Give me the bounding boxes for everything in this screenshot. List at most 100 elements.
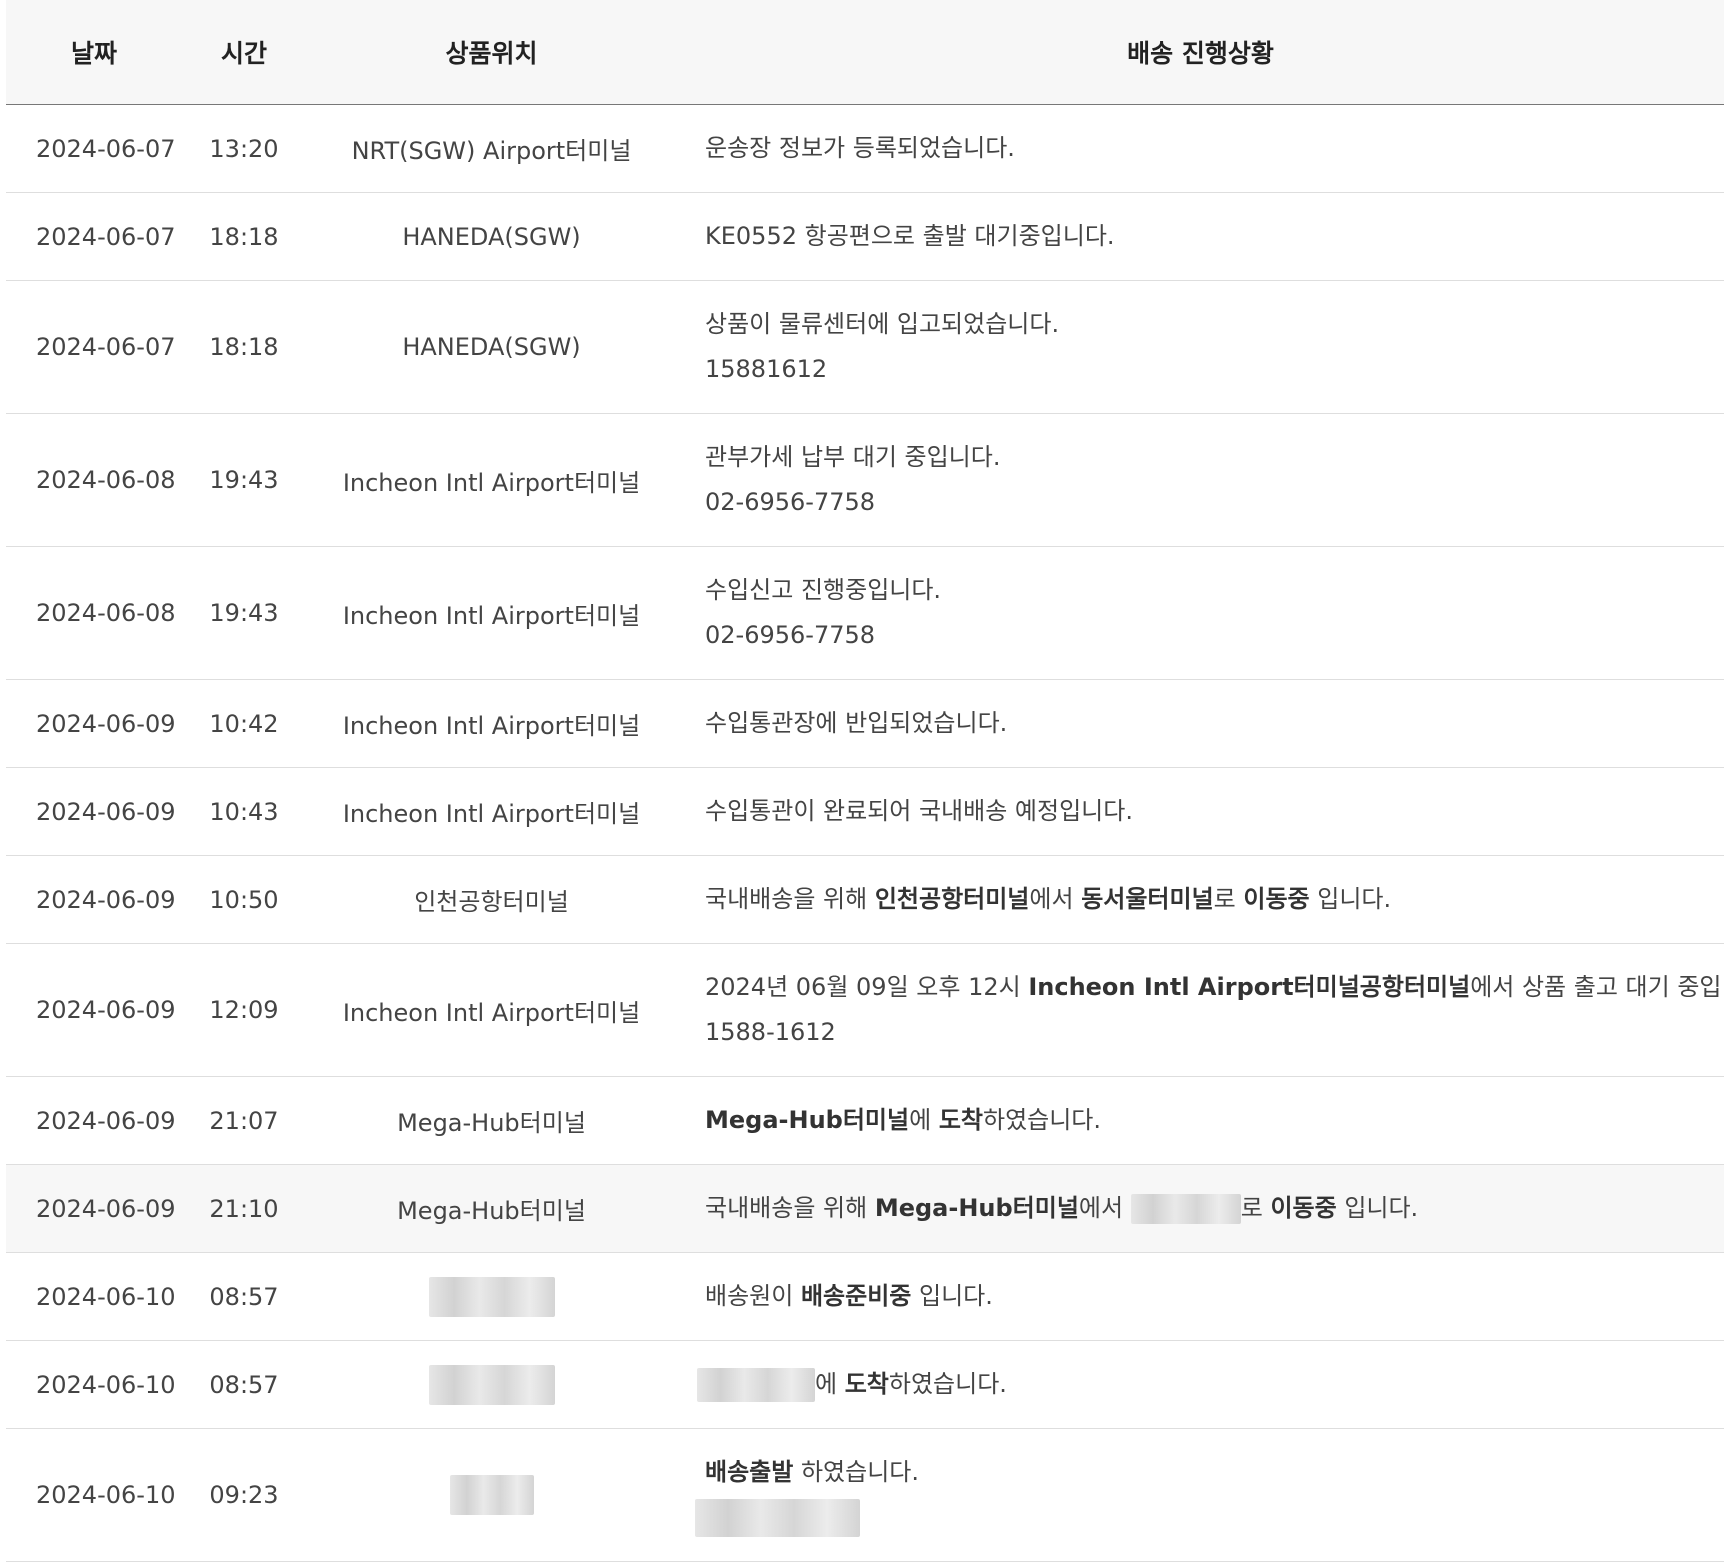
status-text: Mega-Hub터미널에 도착하였습니다. bbox=[705, 1098, 1724, 1143]
row-time: 19:43 bbox=[182, 413, 306, 547]
status-text: 에 도착하였습니다. bbox=[697, 1362, 1724, 1407]
row-status: 2024년 06월 09일 오후 12시 Incheon Intl Airpor… bbox=[677, 943, 1724, 1077]
status-keyword: 이동중 bbox=[1270, 1194, 1337, 1222]
table-row: 2024-06-07 18:18 HANEDA(SGW) KE0552 항공편으… bbox=[6, 192, 1724, 281]
row-date: 2024-06-10 bbox=[6, 1340, 182, 1429]
row-date: 2024-06-07 bbox=[6, 280, 182, 414]
status-part: 에 bbox=[909, 1106, 939, 1134]
header-time: 시간 bbox=[182, 0, 306, 105]
table-row: 2024-06-08 19:43 Incheon Intl Airport터미널… bbox=[6, 413, 1724, 547]
row-date: 2024-06-09 bbox=[6, 1076, 182, 1165]
row-status: 배송출발 하였습니다. bbox=[677, 1428, 1724, 1562]
status-part: 하였습니다. bbox=[982, 1106, 1102, 1134]
origin-terminal: 인천공항터미널 bbox=[874, 885, 1030, 913]
row-status: 에 도착하였습니다. bbox=[677, 1340, 1724, 1429]
status-part: 에서 bbox=[1029, 885, 1082, 913]
terminal-name: Mega-Hub터미널 bbox=[705, 1106, 910, 1134]
status-part: 입니다. bbox=[911, 1282, 993, 1310]
row-location: HANEDA(SGW) bbox=[306, 280, 677, 414]
row-status: 수입신고 진행중입니다. 02-6956-7758 bbox=[677, 546, 1724, 680]
row-date: 2024-06-10 bbox=[6, 1428, 182, 1562]
row-time: 10:42 bbox=[182, 679, 306, 768]
row-time: 10:43 bbox=[182, 767, 306, 856]
status-text: 국내배송을 위해 인천공항터미널에서 동서울터미널로 이동중 입니다. bbox=[705, 877, 1724, 922]
row-time: 18:18 bbox=[182, 280, 306, 414]
delivery-tracking-table: 날짜 시간 상품위치 배송 진행상황 2024-06-07 13:20 NRT(… bbox=[6, 0, 1724, 1562]
redacted-contact bbox=[695, 1499, 860, 1537]
status-text: 수입통관장에 반입되었습니다. bbox=[705, 709, 1008, 737]
table-row: 2024-06-10 09:23 배송출발 하였습니다. bbox=[6, 1428, 1724, 1562]
status-part: 로 bbox=[1240, 1194, 1271, 1222]
status-contact: 15881612 bbox=[705, 355, 828, 383]
status-text: 운송장 정보가 등록되었습니다. bbox=[705, 134, 1015, 162]
status-text: 국내배송을 위해 Mega-Hub터미널에서 로 이동중 입니다. bbox=[705, 1186, 1724, 1231]
table-row: 2024-06-09 10:50 인천공항터미널 국내배송을 위해 인천공항터미… bbox=[6, 855, 1724, 944]
redacted-location-name bbox=[697, 1368, 815, 1402]
row-date: 2024-06-07 bbox=[6, 192, 182, 281]
table-row: 2024-06-07 18:18 HANEDA(SGW) 상품이 물류센터에 입… bbox=[6, 280, 1724, 414]
table-row: 2024-06-09 21:07 Mega-Hub터미널 Mega-Hub터미널… bbox=[6, 1076, 1724, 1165]
redacted-location bbox=[428, 1276, 555, 1317]
redacted-destination bbox=[1130, 1194, 1241, 1224]
status-text: KE0552 항공편으로 출발 대기중입니다. bbox=[705, 222, 1115, 250]
row-status: Mega-Hub터미널에 도착하였습니다. bbox=[677, 1076, 1724, 1165]
status-text: 2024년 06월 09일 오후 12시 Incheon Intl Airpor… bbox=[705, 965, 1724, 1010]
status-keyword: 배송출발 bbox=[705, 1458, 794, 1486]
table-row: 2024-06-07 13:20 NRT(SGW) Airport터미널 운송장… bbox=[6, 104, 1724, 193]
status-keyword: 배송준비중 bbox=[800, 1282, 912, 1310]
row-location: HANEDA(SGW) bbox=[306, 192, 677, 281]
table-row: 2024-06-10 08:57 에 도착하였습니다. bbox=[6, 1340, 1724, 1429]
row-status: 국내배송을 위해 Mega-Hub터미널에서 로 이동중 입니다. bbox=[677, 1164, 1724, 1253]
row-date: 2024-06-09 bbox=[6, 679, 182, 768]
row-date: 2024-06-09 bbox=[6, 855, 182, 944]
row-date: 2024-06-08 bbox=[6, 546, 182, 680]
row-time: 21:10 bbox=[182, 1164, 306, 1253]
status-part: 입니다. bbox=[1309, 885, 1392, 913]
status-part: 국내배송을 위해 bbox=[705, 885, 875, 913]
row-time: 19:43 bbox=[182, 546, 306, 680]
header-status: 배송 진행상황 bbox=[677, 0, 1724, 105]
row-location: Incheon Intl Airport터미널 bbox=[306, 413, 677, 547]
status-keyword: 도착 bbox=[844, 1370, 889, 1398]
status-text: 수입신고 진행중입니다. bbox=[705, 576, 942, 604]
row-location: Incheon Intl Airport터미널 bbox=[306, 679, 677, 768]
row-location: Incheon Intl Airport터미널 bbox=[306, 943, 677, 1077]
row-location bbox=[306, 1340, 677, 1429]
status-part: 2024년 06월 09일 오후 12시 bbox=[705, 973, 1029, 1001]
row-time: 10:50 bbox=[182, 855, 306, 944]
row-time: 08:57 bbox=[182, 1340, 306, 1429]
row-date: 2024-06-10 bbox=[6, 1252, 182, 1341]
status-part: 에서 bbox=[1078, 1194, 1131, 1222]
status-keyword: 이동중 bbox=[1243, 885, 1310, 913]
status-text: 배송원이 배송준비중 입니다. bbox=[705, 1274, 1724, 1319]
status-text: 상품이 물류센터에 입고되었습니다. bbox=[705, 310, 1060, 338]
status-part: 하였습니다. bbox=[888, 1370, 1007, 1398]
status-part: 입니다. bbox=[1336, 1194, 1419, 1222]
status-part: 배송원이 bbox=[705, 1282, 801, 1310]
row-time: 13:20 bbox=[182, 104, 306, 193]
row-location: Incheon Intl Airport터미널 bbox=[306, 767, 677, 856]
row-status: 수입통관이 완료되어 국내배송 예정입니다. bbox=[677, 767, 1724, 856]
redacted-location bbox=[449, 1475, 534, 1515]
row-location: Mega-Hub터미널 bbox=[306, 1076, 677, 1165]
row-date: 2024-06-08 bbox=[6, 413, 182, 547]
table-row: 2024-06-09 10:42 Incheon Intl Airport터미널… bbox=[6, 679, 1724, 768]
row-location: Mega-Hub터미널 bbox=[306, 1164, 677, 1253]
row-location: 인천공항터미널 bbox=[306, 855, 677, 944]
table-row: 2024-06-09 12:09 Incheon Intl Airport터미널… bbox=[6, 943, 1724, 1077]
status-part: 로 bbox=[1213, 885, 1244, 913]
table-row: 2024-06-09 10:43 Incheon Intl Airport터미널… bbox=[6, 767, 1724, 856]
row-time: 12:09 bbox=[182, 943, 306, 1077]
tracking-page: 날짜 시간 상품위치 배송 진행상황 2024-06-07 13:20 NRT(… bbox=[0, 0, 1724, 1568]
status-part: 에서 상품 출고 대기 중입니다. bbox=[1470, 973, 1724, 1001]
row-time: 09:23 bbox=[182, 1428, 306, 1562]
table-row: 2024-06-10 08:57 배송원이 배송준비중 입니다. bbox=[6, 1252, 1724, 1341]
table-row: 2024-06-08 19:43 Incheon Intl Airport터미널… bbox=[6, 546, 1724, 680]
row-status: KE0552 항공편으로 출발 대기중입니다. bbox=[677, 192, 1724, 281]
redacted-location bbox=[428, 1364, 555, 1405]
status-keyword: 도착 bbox=[938, 1106, 983, 1134]
row-status: 운송장 정보가 등록되었습니다. bbox=[677, 104, 1724, 193]
row-location bbox=[306, 1428, 677, 1562]
destination-terminal: 동서울터미널 bbox=[1081, 885, 1214, 913]
row-location bbox=[306, 1252, 677, 1341]
